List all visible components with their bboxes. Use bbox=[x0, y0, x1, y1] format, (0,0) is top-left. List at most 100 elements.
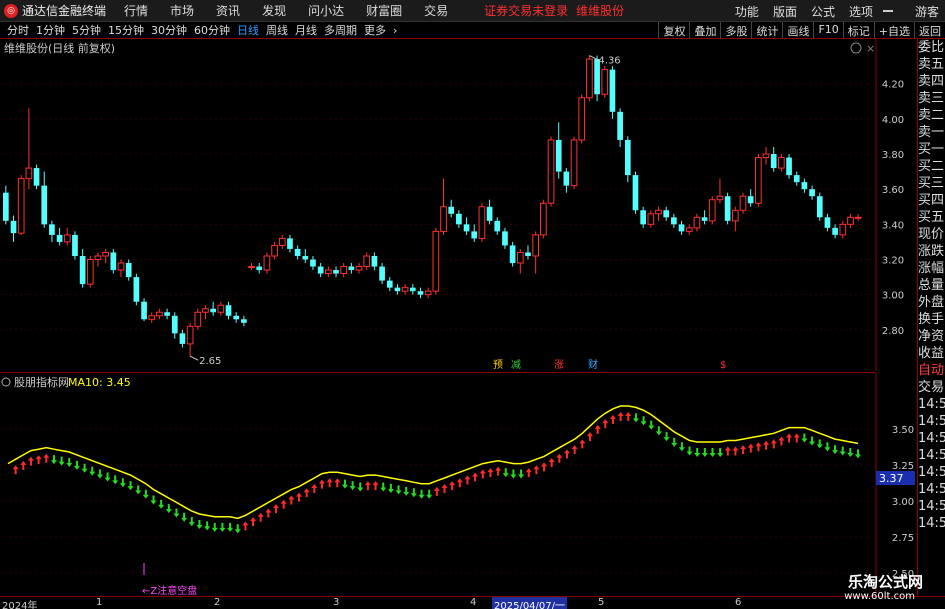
f10-button[interactable]: F10 bbox=[813, 22, 842, 39]
down-arrow-icon bbox=[426, 489, 433, 499]
down-arrow-icon bbox=[119, 478, 126, 488]
adjust-button[interactable]: 复权 bbox=[658, 22, 689, 39]
tab-30min[interactable]: 30分钟 bbox=[151, 22, 187, 38]
quote-field-label[interactable]: 外盘 bbox=[918, 294, 945, 311]
price-axis-label: 4.20 bbox=[882, 80, 904, 91]
up-arrow-icon bbox=[318, 479, 325, 489]
tab-daily[interactable]: 日线 bbox=[237, 22, 259, 38]
event-marker-icon[interactable]: 预 bbox=[493, 359, 503, 371]
tab-weekly[interactable]: 周线 bbox=[266, 22, 288, 38]
quote-field-label[interactable]: 14:56 bbox=[918, 498, 945, 515]
candle-body-up bbox=[586, 58, 593, 99]
back-button[interactable]: 返回 bbox=[914, 22, 945, 39]
quote-field-label[interactable]: 净资 bbox=[918, 328, 945, 345]
quote-field-label[interactable]: 换手 bbox=[918, 311, 945, 328]
quote-field-label[interactable]: 交易 bbox=[918, 379, 945, 396]
menu-item-trade[interactable]: 交易 bbox=[424, 2, 448, 19]
quote-field-label[interactable]: 总量 bbox=[918, 277, 945, 294]
quote-field-label[interactable]: 14:56 bbox=[918, 447, 945, 464]
quote-field-label[interactable]: 14:56 bbox=[918, 396, 945, 413]
quote-field-label[interactable]: 收益 bbox=[918, 345, 945, 362]
quote-field-label[interactable]: 14:56 bbox=[918, 464, 945, 481]
candle-body-up bbox=[716, 195, 724, 201]
quote-field-label[interactable]: 自动 bbox=[918, 362, 945, 379]
mark-button[interactable]: 标记 bbox=[842, 22, 874, 39]
overlay-button[interactable]: 叠加 bbox=[689, 22, 720, 39]
quote-field-label[interactable]: 卖三 bbox=[918, 90, 945, 107]
menu-item-options[interactable]: 选项 bbox=[849, 3, 873, 20]
up-arrow-icon bbox=[288, 495, 295, 505]
candle-body-down bbox=[164, 312, 170, 316]
tab-multi-period[interactable]: 多周期 bbox=[324, 22, 357, 38]
candle-body-up bbox=[263, 255, 271, 271]
quote-field-label[interactable]: 卖一 bbox=[918, 124, 945, 141]
event-marker-icon[interactable]: 减 bbox=[511, 359, 521, 371]
statistics-button[interactable]: 统计 bbox=[751, 22, 782, 39]
tab-more[interactable]: 更多 bbox=[364, 22, 386, 38]
menu-item-markets[interactable]: 市场 bbox=[170, 2, 194, 19]
tab-monthly[interactable]: 月线 bbox=[295, 22, 317, 38]
quote-field-label[interactable]: 买三 bbox=[918, 175, 945, 192]
candlestick-chart[interactable]: 维维股份(日线 前复权) × 4.20 4.00 3.80 3.60 3.40 3.20 3… bbox=[0, 39, 945, 371]
up-arrow-icon bbox=[265, 508, 272, 518]
quote-field-label[interactable]: 14:56 bbox=[918, 481, 945, 498]
minimize-icon[interactable] bbox=[882, 10, 893, 12]
quote-field-label[interactable]: 买五 bbox=[918, 209, 945, 226]
quote-field-label[interactable]: 14:56 bbox=[918, 413, 945, 430]
guest-label[interactable]: 游客 bbox=[915, 3, 939, 20]
indicator-settings-icon[interactable] bbox=[1, 377, 11, 387]
up-arrow-icon bbox=[495, 466, 502, 476]
quote-field-label[interactable]: 涨跌 bbox=[918, 243, 945, 260]
down-arrow-icon bbox=[181, 512, 188, 522]
add-favorite-button[interactable]: +自选 bbox=[873, 22, 914, 39]
menu-item-market[interactable]: 行情 bbox=[124, 2, 148, 19]
down-arrow-icon bbox=[380, 482, 387, 492]
quote-field-label[interactable]: 委比 bbox=[918, 39, 945, 56]
tab-60min[interactable]: 60分钟 bbox=[194, 22, 230, 38]
tab-5min[interactable]: 5分钟 bbox=[72, 22, 101, 38]
quote-field-label[interactable]: 现价 bbox=[918, 226, 945, 243]
up-arrow-icon bbox=[441, 483, 448, 493]
menu-item-discover[interactable]: 发现 bbox=[262, 2, 286, 19]
candle-body-up bbox=[570, 139, 578, 187]
candle-body-down bbox=[3, 192, 9, 221]
quote-field-label[interactable]: 涨幅 bbox=[918, 260, 945, 277]
candle-body-down bbox=[456, 213, 462, 225]
menu-item-formula[interactable]: 公式 bbox=[811, 3, 835, 20]
down-arrow-icon bbox=[112, 475, 119, 485]
indicator-chart[interactable]: 股朋指标网 MA10: 3.45 3.503.253.002.752.50 3.… bbox=[0, 373, 945, 596]
quote-field-label[interactable]: 14:56 bbox=[918, 430, 945, 447]
quote-field-label[interactable]: 买四 bbox=[918, 192, 945, 209]
event-marker-icon[interactable]: 涨 bbox=[554, 359, 564, 371]
candle-body-down bbox=[793, 175, 800, 183]
quote-field-label[interactable]: 卖四 bbox=[918, 73, 945, 90]
menu-item-function[interactable]: 功能 bbox=[735, 3, 759, 20]
event-marker-icon[interactable]: 财 bbox=[588, 358, 598, 371]
multi-stock-button[interactable]: 多股 bbox=[720, 22, 751, 39]
candle-body-up bbox=[440, 206, 447, 232]
menu-item-wealth[interactable]: 财富圈 bbox=[366, 2, 402, 19]
draw-line-button[interactable]: 画线 bbox=[782, 22, 813, 39]
menu-item-news[interactable]: 资讯 bbox=[216, 2, 240, 19]
quote-field-label[interactable]: 卖二 bbox=[918, 107, 945, 124]
candle-body-up bbox=[401, 287, 409, 292]
min-price-label: 2.65 bbox=[199, 356, 221, 367]
settings-icon[interactable] bbox=[850, 42, 862, 54]
event-marker-icon[interactable]: $ bbox=[720, 360, 726, 371]
quote-field-label[interactable]: 买一 bbox=[918, 141, 945, 158]
date-axis: 2024年 1 2 3 4 2025/04/07/一 5 6 bbox=[0, 596, 945, 609]
quote-field-label[interactable]: 14:56 bbox=[918, 515, 945, 532]
up-arrow-icon bbox=[541, 462, 548, 472]
quote-field-label[interactable]: 买二 bbox=[918, 158, 945, 175]
close-icon[interactable]: × bbox=[866, 42, 875, 55]
chevron-right-icon[interactable]: › bbox=[393, 24, 397, 37]
candle-body-down bbox=[563, 171, 570, 186]
login-warning[interactable]: 证券交易未登录 bbox=[484, 2, 568, 19]
tab-15min[interactable]: 15分钟 bbox=[108, 22, 144, 38]
tab-intraday[interactable]: 分时 bbox=[7, 22, 29, 38]
quote-field-label[interactable]: 卖五 bbox=[918, 56, 945, 73]
menu-item-layout[interactable]: 版面 bbox=[773, 3, 797, 20]
tab-1min[interactable]: 1分钟 bbox=[36, 22, 65, 38]
menu-item-ask[interactable]: 问小达 bbox=[308, 2, 344, 19]
up-arrow-icon bbox=[27, 456, 34, 466]
